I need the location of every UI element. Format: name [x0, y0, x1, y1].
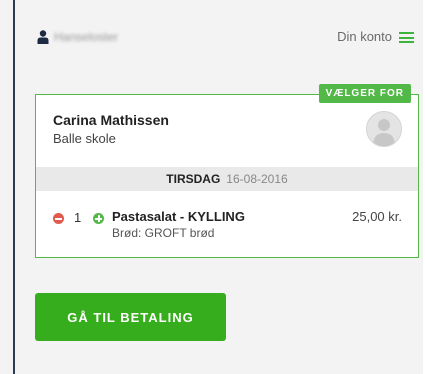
- day-header: TIRSDAG 16-08-2016: [36, 167, 418, 191]
- school-name: Balle skole: [53, 131, 116, 146]
- order-card: VÆLGER FOR Carina Mathissen Balle skole …: [35, 84, 419, 258]
- order-line: 1 Pastasalat - KYLLING Brød: GROFT brød …: [53, 209, 402, 245]
- item-price: 25,00 kr.: [352, 209, 402, 224]
- username: Hanseloster: [54, 30, 119, 44]
- day-date: 16-08-2016: [226, 172, 288, 186]
- student-name: Carina Mathissen: [53, 112, 169, 128]
- decrease-quantity-icon[interactable]: [53, 213, 64, 224]
- go-to-payment-button[interactable]: GÅ TIL BETALING: [35, 293, 226, 341]
- item-option: Brød: GROFT brød: [112, 226, 215, 240]
- left-border: [13, 0, 15, 374]
- item-name: Pastasalat - KYLLING: [112, 209, 245, 224]
- account-link[interactable]: Din konto: [337, 29, 392, 45]
- user-icon: [37, 30, 49, 44]
- quantity: 1: [74, 210, 82, 225]
- avatar-placeholder-icon: [366, 111, 402, 147]
- day-name: TIRSDAG: [166, 172, 221, 186]
- increase-quantity-icon[interactable]: [93, 213, 104, 224]
- selecting-for-badge: VÆLGER FOR: [318, 84, 411, 103]
- hamburger-menu-icon[interactable]: [399, 32, 414, 43]
- top-bar: Hanseloster Din konto: [37, 29, 414, 48]
